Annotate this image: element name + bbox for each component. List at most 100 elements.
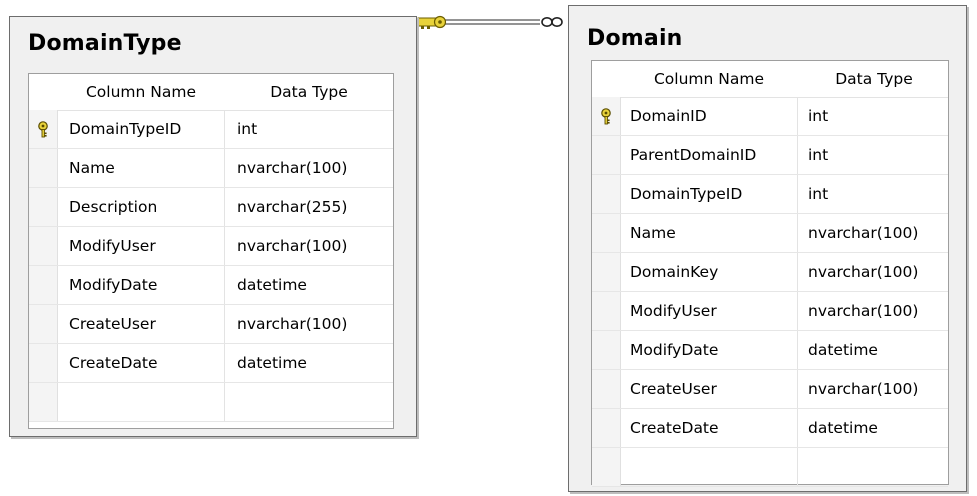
header-data-type: Data Type [270,83,348,101]
column-name: CreateDate [630,419,719,437]
grid-header: Column Name Data Type [29,74,393,111]
relationship-key-icon [417,15,447,29]
cell-divider [797,136,798,174]
data-type: datetime [808,341,878,359]
row-selector[interactable] [29,383,58,421]
row-selector[interactable] [29,227,58,265]
column-row[interactable]: DomainTypeID int [592,175,948,214]
cell-divider [224,266,225,304]
table-domain[interactable]: Domain Column Name Data Type DomainID int… [568,5,967,492]
data-type: datetime [237,354,307,372]
column-name: Name [69,159,115,177]
cell-divider [797,370,798,408]
row-selector[interactable] [29,266,58,304]
table-domaintype[interactable]: DomainType Column Name Data Type DomainT… [9,16,417,437]
relationship-infinity-icon [541,16,563,27]
row-selector[interactable] [592,97,621,135]
cell-divider [797,292,798,330]
column-row[interactable]: Name nvarchar(100) [592,214,948,253]
grid-rows: DomainID int ParentDomainID int DomainTypeID… [592,97,948,487]
cell-divider [224,344,225,382]
column-name: ParentDomainID [630,146,757,164]
row-selector[interactable] [592,331,621,369]
column-name: CreateDate [69,354,158,372]
table-title: DomainType [28,31,182,56]
cell-divider [797,175,798,213]
column-row[interactable]: CreateDate datetime [29,344,393,383]
column-grid: Column Name Data Type DomainTypeID int Nam… [28,73,394,429]
row-selector[interactable] [29,110,58,148]
column-name: Name [630,224,676,242]
row-selector[interactable] [592,409,621,447]
header-column-name: Column Name [653,70,764,88]
row-selector[interactable] [592,136,621,174]
header-data-type: Data Type [835,70,913,88]
cell-divider [224,305,225,343]
data-type: nvarchar(255) [237,198,348,216]
data-type: int [808,185,829,203]
row-selector[interactable] [592,214,621,252]
data-type: nvarchar(100) [808,302,919,320]
data-type: nvarchar(100) [237,159,348,177]
cell-divider [224,110,225,148]
cell-divider [797,97,798,135]
column-row[interactable]: CreateDate datetime [592,409,948,448]
column-grid: Column Name Data Type DomainID int ParentD… [591,60,949,487]
column-row[interactable]: Description nvarchar(255) [29,188,393,227]
cell-divider [224,383,225,421]
data-type: nvarchar(100) [808,263,919,281]
column-name: ModifyUser [69,237,156,255]
cell-divider [797,448,798,486]
column-name: ModifyUser [630,302,717,320]
primary-key-icon [599,108,613,125]
data-type: datetime [808,419,878,437]
row-selector[interactable] [592,292,621,330]
cell-divider [224,149,225,187]
column-row[interactable]: ModifyDate datetime [592,331,948,370]
header-column-name: Column Name [85,83,196,101]
column-row[interactable]: ModifyDate datetime [29,266,393,305]
column-row[interactable]: CreateUser nvarchar(100) [592,370,948,409]
data-type: nvarchar(100) [808,380,919,398]
column-row[interactable]: ModifyUser nvarchar(100) [592,292,948,331]
column-row[interactable]: DomainTypeID int [29,110,393,149]
data-type: int [808,146,829,164]
grid-rows: DomainTypeID int Name nvarchar(100) Descript… [29,110,393,422]
column-name: DomainKey [630,263,719,281]
column-row[interactable]: ParentDomainID int [592,136,948,175]
cell-divider [797,214,798,252]
row-selector[interactable] [592,370,621,408]
column-name: CreateUser [630,380,717,398]
cell-divider [224,188,225,226]
empty-row[interactable] [29,383,393,422]
grid-header: Column Name Data Type [592,61,948,98]
cell-divider [797,253,798,291]
row-selector[interactable] [29,149,58,187]
row-selector[interactable] [592,448,621,486]
data-type: nvarchar(100) [237,315,348,333]
row-selector[interactable] [29,344,58,382]
primary-key-icon [36,121,50,138]
column-name: DomainID [630,107,707,125]
data-type: nvarchar(100) [808,224,919,242]
column-row[interactable]: CreateUser nvarchar(100) [29,305,393,344]
cell-divider [224,227,225,265]
column-name: Description [69,198,158,216]
column-name: DomainTypeID [69,120,182,138]
empty-row[interactable] [592,448,948,487]
data-type: datetime [237,276,307,294]
column-row[interactable]: DomainKey nvarchar(100) [592,253,948,292]
data-type: int [808,107,829,125]
row-selector[interactable] [29,305,58,343]
row-selector[interactable] [592,175,621,213]
column-row[interactable]: DomainID int [592,97,948,136]
column-row[interactable]: Name nvarchar(100) [29,149,393,188]
cell-divider [797,331,798,369]
table-title: Domain [587,26,683,51]
column-row[interactable]: ModifyUser nvarchar(100) [29,227,393,266]
row-selector[interactable] [29,188,58,226]
row-selector[interactable] [592,253,621,291]
data-type: int [237,120,258,138]
column-name: CreateUser [69,315,156,333]
column-name: DomainTypeID [630,185,743,203]
